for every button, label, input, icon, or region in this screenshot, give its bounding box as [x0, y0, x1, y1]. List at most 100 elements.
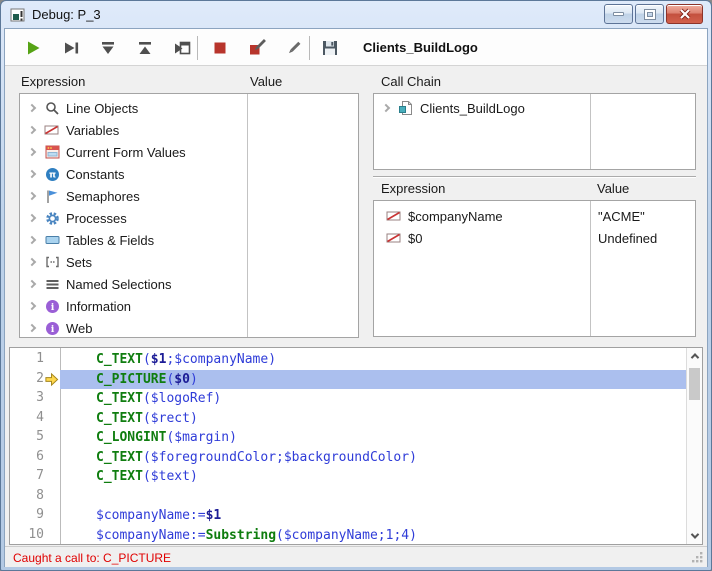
expand-chevron-icon[interactable] [28, 324, 36, 332]
code-token: ) [190, 372, 198, 387]
line-gutter[interactable]: 3 [10, 389, 60, 409]
line-gutter[interactable]: 9 [10, 506, 60, 526]
tree-item-processes[interactable]: Processes [20, 207, 358, 229]
minimize-icon [613, 12, 624, 16]
line-gutter[interactable]: 10 [10, 526, 60, 545]
expand-chevron-icon[interactable] [28, 192, 36, 200]
call-chain-item-label: Clients_BuildLogo [420, 101, 525, 116]
line-number: 7 [36, 468, 44, 483]
code-line-current[interactable]: 2 C_PICTURE($0) [10, 370, 686, 390]
vertical-scrollbar[interactable] [686, 348, 702, 544]
rows-icon [44, 276, 60, 292]
close-button[interactable] [666, 4, 703, 24]
watch-row[interactable]: $companyName "ACME" [374, 205, 695, 227]
app-icon [10, 7, 26, 23]
scroll-up-button[interactable] [687, 348, 702, 364]
call-chain-item[interactable]: Clients_BuildLogo [374, 97, 695, 119]
current-method-label: Clients_BuildLogo [363, 40, 478, 55]
title-bar[interactable]: Debug: P_3 [1, 1, 711, 28]
variable-icon [44, 122, 60, 138]
tree-item-label: Information [66, 299, 131, 314]
svg-text:i: i [50, 324, 54, 335]
code-line[interactable]: 7 C_TEXT($text) [10, 467, 686, 487]
code-token: := [190, 508, 206, 523]
step-over-button[interactable] [58, 35, 84, 61]
code-line[interactable]: 4 C_TEXT($rect) [10, 409, 686, 429]
tree-item-constants[interactable]: π Constants [20, 163, 358, 185]
expand-chevron-icon[interactable] [28, 148, 36, 156]
code-line[interactable]: 10 $companyName:=Substring($companyName;… [10, 526, 686, 545]
line-gutter[interactable]: 6 [10, 448, 60, 468]
watch-value[interactable]: Undefined [598, 231, 657, 246]
tree-item-information[interactable]: i Information [20, 295, 358, 317]
debug-toolbar: Clients_BuildLogo [5, 29, 707, 66]
line-gutter[interactable]: 8 [10, 487, 60, 507]
watch-expression: $0 [408, 231, 422, 246]
code-token: C_LONGINT [96, 430, 166, 445]
edit-button[interactable] [281, 35, 307, 61]
edit-icon [284, 38, 304, 58]
step-into-process-button[interactable] [169, 35, 195, 61]
code-line[interactable]: 9 $companyName:=$1 [10, 506, 686, 526]
step-into-icon [98, 38, 118, 58]
expand-chevron-icon[interactable] [28, 126, 36, 134]
expand-chevron-icon[interactable] [28, 214, 36, 222]
tree-item-label: Constants [66, 167, 125, 182]
abort-button[interactable] [207, 35, 233, 61]
line-gutter[interactable]: 1 [10, 350, 60, 370]
tree-item-named-selections[interactable]: Named Selections [20, 273, 358, 295]
step-into-button[interactable] [95, 35, 121, 61]
code-token: ) [190, 411, 198, 426]
expand-chevron-icon[interactable] [382, 104, 390, 112]
save-settings-button[interactable] [317, 35, 343, 61]
scroll-down-button[interactable] [687, 528, 702, 544]
minimize-button[interactable] [604, 4, 633, 24]
svg-text:i: i [50, 302, 54, 313]
line-gutter[interactable]: 5 [10, 428, 60, 448]
tree-item-tables-fields[interactable]: Tables & Fields [20, 229, 358, 251]
code-line[interactable]: 8 [10, 487, 686, 507]
line-gutter[interactable]: 7 [10, 467, 60, 487]
watch-row[interactable]: $0 Undefined [374, 227, 695, 249]
code-line[interactable]: 3 C_TEXT($logoRef) [10, 389, 686, 409]
tree-item-label: Line Objects [66, 101, 138, 116]
expand-chevron-icon[interactable] [28, 258, 36, 266]
resize-grip[interactable] [692, 552, 704, 564]
expand-chevron-icon[interactable] [28, 280, 36, 288]
code-token: $1 [206, 508, 222, 523]
tree-item-label: Processes [66, 211, 127, 226]
maximize-icon [645, 10, 655, 19]
toolbar-separator [309, 36, 310, 60]
scrollbar-thumb[interactable] [689, 368, 700, 400]
tree-item-sets[interactable]: Sets [20, 251, 358, 273]
expand-chevron-icon[interactable] [28, 302, 36, 310]
column-divider[interactable] [247, 94, 248, 337]
code-token: $rect [151, 411, 190, 426]
info-icon: i [44, 298, 60, 314]
expand-chevron-icon[interactable] [28, 236, 36, 244]
maximize-button[interactable] [635, 4, 664, 24]
line-gutter[interactable]: 2 [10, 370, 60, 390]
code-token: ; [393, 528, 401, 543]
code-line[interactable]: 6 C_TEXT($foregroundColor;$backgroundCol… [10, 448, 686, 468]
code-area[interactable]: 1 C_TEXT($1;$companyName) 2 C_PICTURE($0… [10, 348, 686, 544]
tree-item-variables[interactable]: Variables [20, 119, 358, 141]
tree-item-current-form-values[interactable]: Current Form Values [20, 141, 358, 163]
tree-item-line-objects[interactable]: Line Objects [20, 97, 358, 119]
code-line[interactable]: 1 C_TEXT($1;$companyName) [10, 350, 686, 370]
expand-chevron-icon[interactable] [28, 104, 36, 112]
abort-and-edit-button[interactable] [244, 35, 270, 61]
code-token: ) [409, 450, 417, 465]
tree-item-web[interactable]: i Web [20, 317, 358, 339]
code-token: ( [166, 430, 174, 445]
expand-chevron-icon[interactable] [28, 170, 36, 178]
run-button[interactable] [20, 35, 46, 61]
code-line[interactable]: 5 C_LONGINT($margin) [10, 428, 686, 448]
svg-text:π: π [48, 170, 55, 180]
column-divider[interactable] [590, 94, 591, 169]
watch-value[interactable]: "ACME" [598, 209, 645, 224]
code-token: $backgroundColor [284, 450, 409, 465]
step-out-button[interactable] [132, 35, 158, 61]
tree-item-semaphores[interactable]: Semaphores [20, 185, 358, 207]
line-gutter[interactable]: 4 [10, 409, 60, 429]
